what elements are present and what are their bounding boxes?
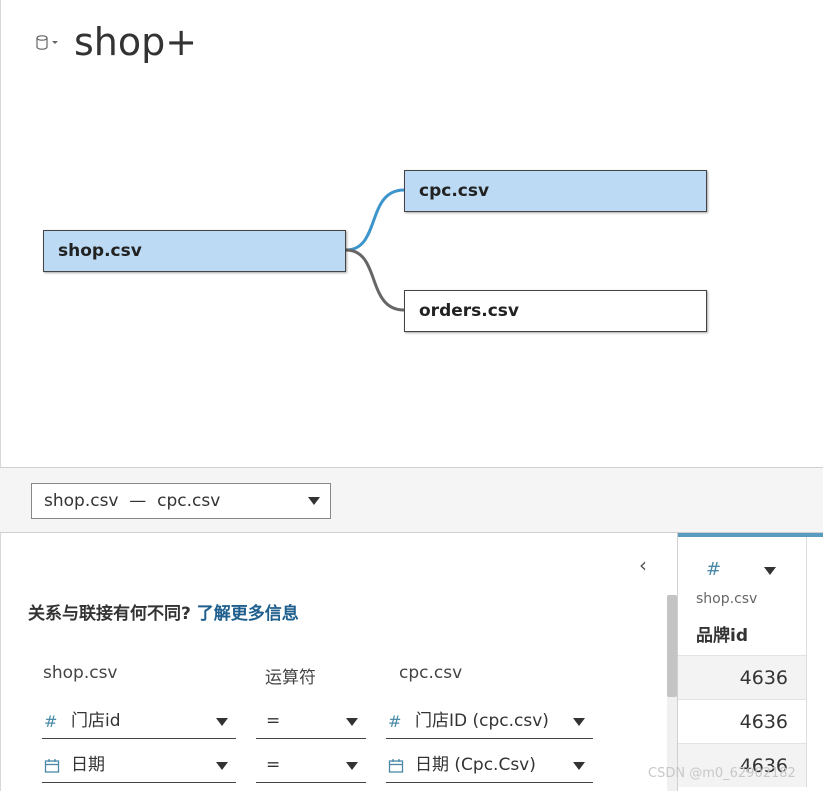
operator-select[interactable]: = <box>256 705 366 739</box>
scrollbar-thumb[interactable] <box>667 595 677 697</box>
number-type-icon: # <box>44 712 58 731</box>
caret-down-icon <box>573 718 585 726</box>
right-field-label: 门店ID (cpc.csv) <box>415 711 549 731</box>
caret-down-icon <box>573 762 585 770</box>
operator-select[interactable]: = <box>256 749 366 783</box>
relationship-canvas: shop+ shop.csv cpc.csv orders.csv <box>0 0 823 467</box>
column-menu-icon[interactable] <box>764 567 776 575</box>
next-column-stub <box>807 537 823 791</box>
left-field-select[interactable]: 日期 <box>42 749 236 783</box>
relationship-dropdown[interactable]: shop.csv — cpc.csv <box>31 483 331 519</box>
learn-more-link[interactable]: 了解更多信息 <box>197 604 299 624</box>
info-line: 关系与联接有何不同? 了解更多信息 <box>28 599 299 624</box>
number-type-icon: # <box>388 712 402 731</box>
operator-header: 运算符 <box>265 668 316 688</box>
calendar-icon <box>388 750 404 785</box>
link-shop-orders <box>345 248 405 312</box>
table-node-shop[interactable]: shop.csv <box>43 230 346 272</box>
left-field-select[interactable]: # 门店id <box>42 705 236 739</box>
calendar-icon <box>44 750 60 785</box>
relationship-dropdown-label: shop.csv — cpc.csv <box>44 491 221 511</box>
link-shop-cpc <box>345 188 405 252</box>
chevron-left-icon[interactable]: ‹ <box>639 553 647 577</box>
operator-label: = <box>266 755 281 775</box>
left-field-label: 日期 <box>71 755 105 775</box>
caret-down-icon <box>346 762 358 770</box>
number-type-icon[interactable]: # <box>706 559 721 580</box>
left-table-header: shop.csv <box>43 663 118 683</box>
data-grid: # shop.csv 品牌id 4636 4636 4636 <box>677 533 823 791</box>
relationship-bar: shop.csv — cpc.csv <box>0 467 823 533</box>
watermark: CSDN @m0_62902182 <box>648 766 796 781</box>
caret-down-icon <box>216 762 228 770</box>
caret-down-icon <box>216 718 228 726</box>
column-source: shop.csv <box>696 591 758 607</box>
caret-down-icon <box>346 718 358 726</box>
table-node-orders[interactable]: orders.csv <box>404 290 707 332</box>
right-field-label: 日期 (Cpc.Csv) <box>415 755 536 775</box>
right-field-select[interactable]: 日期 (Cpc.Csv) <box>386 749 593 783</box>
table-node-cpc[interactable]: cpc.csv <box>404 170 707 212</box>
grid-cell[interactable]: 4636 <box>678 655 807 699</box>
info-text: 关系与联接有何不同? <box>28 604 191 624</box>
operator-label: = <box>266 711 281 731</box>
caret-down-icon <box>308 497 320 505</box>
column-name[interactable]: 品牌id <box>696 621 748 646</box>
grid-cell[interactable]: 4636 <box>678 699 807 743</box>
column-header[interactable]: # shop.csv 品牌id <box>678 537 807 655</box>
left-field-label: 门店id <box>71 711 121 731</box>
right-table-header: cpc.csv <box>399 663 463 683</box>
right-field-select[interactable]: # 门店ID (cpc.csv) <box>386 705 593 739</box>
